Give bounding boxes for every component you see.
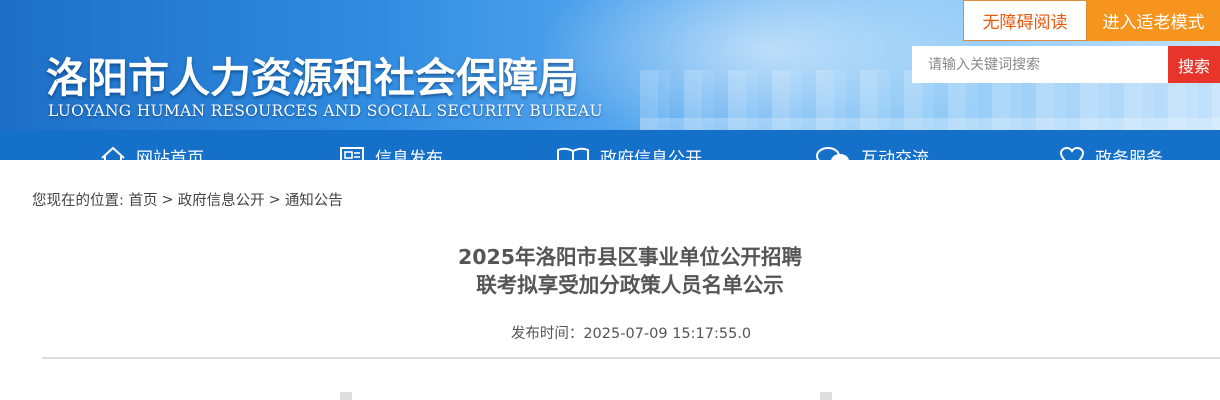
elder-mode-button[interactable]: 进入适老模式	[1087, 0, 1220, 41]
nav-item-label: 网站首页	[136, 149, 204, 160]
article-title-line1: 2025年洛阳市县区事业单位公开招聘	[457, 245, 803, 269]
nav-item-label: 政府信息公开	[600, 149, 702, 160]
nav-item-interaction[interactable]: 互动交流	[815, 144, 929, 160]
search-button[interactable]: 搜索	[1168, 46, 1220, 83]
site-subtitle: LUOYANG HUMAN RESOURCES AND SOCIAL SECUR…	[48, 102, 603, 120]
chat-bubbles-icon	[816, 147, 849, 160]
nav-item-label: 信息发布	[375, 149, 443, 160]
breadcrumb-separator: >	[161, 191, 174, 208]
nav-item-label: 政务服务	[1095, 149, 1163, 160]
home-icon	[101, 146, 125, 160]
publish-time: 发布时间：2025-07-09 15:17:55.0	[0, 322, 1220, 343]
book-icon	[557, 147, 589, 160]
newspaper-icon	[340, 147, 364, 160]
main-nav: 网站首页 信息发布 政府信息公开 互动交流 政务服务	[0, 130, 1220, 160]
nav-item-label: 互动交流	[861, 149, 929, 160]
heart-icon	[1059, 146, 1085, 160]
breadcrumb-separator: >	[268, 191, 281, 208]
breadcrumb: 您现在的位置: 首页 > 政府信息公开 > 通知公告	[32, 189, 343, 210]
title-divider	[42, 357, 1220, 359]
breadcrumb-prefix: 您现在的位置:	[32, 193, 129, 209]
breadcrumb-home-link[interactable]: 首页	[129, 189, 158, 210]
breadcrumb-notice-link[interactable]: 通知公告	[285, 189, 343, 210]
publish-time-value: 2025-07-09 15:17:55.0	[583, 326, 752, 342]
search-input[interactable]	[912, 46, 1168, 83]
publish-time-label: 发布时间：	[510, 326, 584, 342]
nav-item-home[interactable]: 网站首页	[100, 144, 204, 160]
nav-item-info-release[interactable]: 信息发布	[339, 144, 443, 160]
nav-item-gov-services[interactable]: 政务服务	[1059, 144, 1163, 160]
breadcrumb-gov-info-link[interactable]: 政府信息公开	[178, 189, 265, 210]
article-body-cutoff	[0, 392, 1220, 400]
nav-item-gov-info-disclosure[interactable]: 政府信息公开	[556, 144, 702, 160]
site-title: 洛阳市人力资源和社会保障局	[46, 54, 579, 102]
article-title-line2: 联考拟享受加分政策人员名单公示	[476, 273, 784, 297]
barrier-free-reading-button[interactable]: 无障碍阅读	[963, 0, 1087, 41]
